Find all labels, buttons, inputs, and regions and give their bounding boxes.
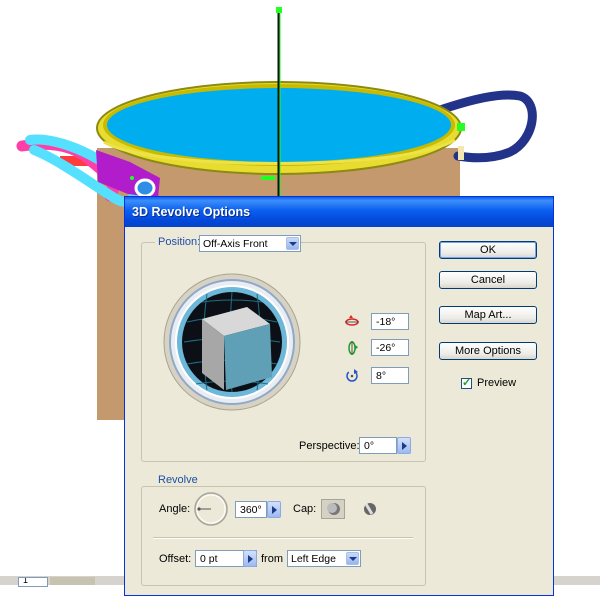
y-rotation-value: -26° — [376, 342, 396, 354]
revolve-group — [141, 486, 426, 586]
angle-label: Angle: — [159, 503, 191, 515]
position-preset-select[interactable]: Off-Axis Front — [199, 235, 301, 252]
cap-on-icon — [327, 503, 340, 515]
offset-label: Offset: — [159, 553, 192, 565]
angle-value: 360° — [240, 504, 262, 516]
bracket-dot — [130, 176, 134, 180]
x-rotation-value: -18° — [376, 316, 396, 328]
dialog-titlebar[interactable]: 3D Revolve Options — [125, 197, 553, 227]
perspective-slider-button[interactable] — [397, 437, 411, 454]
cancel-button[interactable]: Cancel — [439, 271, 537, 289]
revolve-options-dialog: 3D Revolve Options Position: Off-Axis Fr… — [124, 196, 554, 596]
position-label: Position: — [155, 236, 204, 248]
map-art-button[interactable]: Map Art... — [439, 306, 537, 324]
angle-slider-button[interactable] — [267, 501, 281, 518]
status-page-value: 1 — [23, 577, 29, 585]
y-axis-rotate-icon — [348, 341, 358, 355]
offset-slider-button[interactable] — [243, 550, 257, 567]
dialog-title: 3D Revolve Options — [132, 205, 251, 219]
position-preset-value: Off-Axis Front — [203, 238, 268, 250]
perspective-value: 0° — [364, 440, 375, 452]
chevron-down-icon — [346, 552, 359, 565]
preview-label: Preview — [477, 377, 517, 389]
x-rotation-field[interactable]: -18° — [371, 313, 409, 330]
cap-off-icon[interactable] — [361, 501, 379, 517]
status-nav-buttons[interactable] — [50, 577, 95, 585]
bracket-rivet — [134, 178, 156, 198]
cap-on-button[interactable] — [321, 499, 345, 519]
track-cube-widget[interactable] — [162, 272, 302, 412]
z-rotation-field[interactable]: 8° — [371, 367, 409, 384]
more-options-button[interactable]: More Options — [439, 342, 537, 360]
status-page-field[interactable]: 1 — [18, 577, 48, 587]
z-axis-rotate-icon — [346, 369, 358, 382]
revolve-group-label: Revolve — [155, 474, 201, 486]
from-edge-select[interactable]: Left Edge — [287, 550, 361, 567]
revolve-divider — [153, 537, 413, 539]
angle-field[interactable]: 360° — [235, 501, 267, 518]
angle-dial[interactable] — [193, 491, 229, 527]
from-label: from — [261, 553, 283, 565]
perspective-label: Perspective: — [299, 440, 360, 452]
preview-checkbox[interactable] — [461, 376, 472, 389]
y-rotation-field[interactable]: -26° — [371, 339, 409, 356]
z-rotation-value: 8° — [376, 370, 387, 382]
x-axis-rotate-icon — [345, 315, 359, 326]
perspective-field[interactable]: 0° — [359, 437, 397, 454]
axis-anchor-right — [457, 123, 465, 131]
chevron-down-icon — [286, 237, 299, 250]
cap-label: Cap: — [293, 503, 317, 515]
axis-anchor-top — [276, 7, 282, 13]
ok-button[interactable]: OK — [439, 241, 537, 259]
offset-value: 0 pt — [200, 553, 218, 565]
from-edge-value: Left Edge — [291, 553, 336, 565]
